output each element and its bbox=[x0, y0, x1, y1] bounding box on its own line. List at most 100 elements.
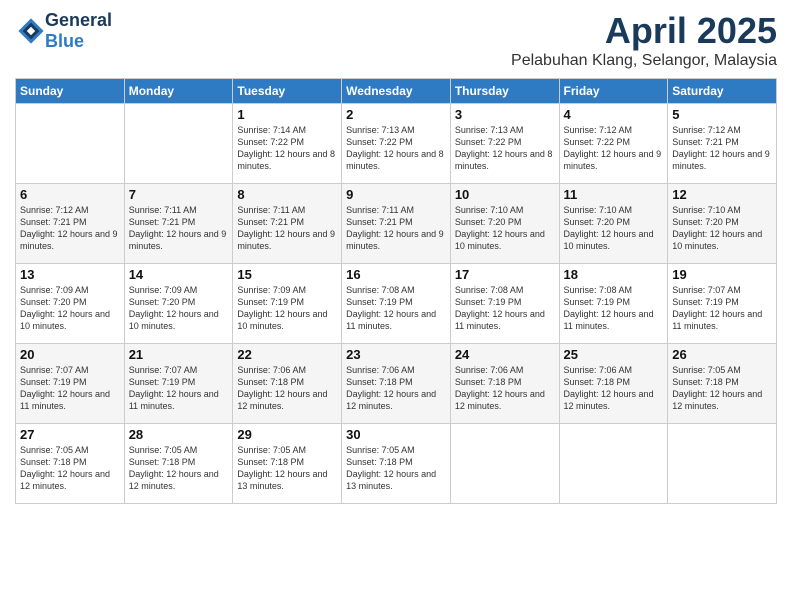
calendar-cell bbox=[450, 424, 559, 504]
weekday-header-thursday: Thursday bbox=[450, 79, 559, 104]
day-number: 23 bbox=[346, 347, 446, 362]
day-number: 21 bbox=[129, 347, 229, 362]
day-info: Sunrise: 7:13 AMSunset: 7:22 PMDaylight:… bbox=[346, 124, 446, 173]
day-number: 27 bbox=[20, 427, 120, 442]
day-number: 17 bbox=[455, 267, 555, 282]
page: General Blue April 2025 Pelabuhan Klang,… bbox=[0, 0, 792, 612]
calendar-cell: 7Sunrise: 7:11 AMSunset: 7:21 PMDaylight… bbox=[124, 184, 233, 264]
day-info: Sunrise: 7:06 AMSunset: 7:18 PMDaylight:… bbox=[455, 364, 555, 413]
day-info: Sunrise: 7:12 AMSunset: 7:21 PMDaylight:… bbox=[672, 124, 772, 173]
logo-blue-text: Blue bbox=[45, 31, 112, 52]
calendar-week-row: 1 Sunrise: 7:14 AMSunset: 7:22 PMDaylight… bbox=[16, 104, 777, 184]
calendar-cell: 11 Sunrise: 7:10 AMSunset: 7:20 PMDayligh… bbox=[559, 184, 668, 264]
day-number: 28 bbox=[129, 427, 229, 442]
day-number: 20 bbox=[20, 347, 120, 362]
calendar-cell: 25 Sunrise: 7:06 AMSunset: 7:18 PMDayligh… bbox=[559, 344, 668, 424]
day-info: Sunrise: 7:05 AMSunset: 7:18 PMDaylight:… bbox=[237, 444, 337, 493]
day-info: Sunrise: 7:14 AMSunset: 7:22 PMDaylight:… bbox=[237, 124, 337, 173]
calendar-cell: 17 Sunrise: 7:08 AMSunset: 7:19 PMDayligh… bbox=[450, 264, 559, 344]
calendar-cell: 3 Sunrise: 7:13 AMSunset: 7:22 PMDaylight… bbox=[450, 104, 559, 184]
day-info: Sunrise: 7:10 AMSunset: 7:20 PMDaylight:… bbox=[455, 204, 555, 253]
calendar-cell: 26 Sunrise: 7:05 AMSunset: 7:18 PMDayligh… bbox=[668, 344, 777, 424]
day-info: Sunrise: 7:06 AMSunset: 7:18 PMDaylight:… bbox=[564, 364, 664, 413]
day-info: Sunrise: 7:11 AMSunset: 7:21 PMDaylight:… bbox=[237, 204, 337, 253]
calendar-cell: 10Sunrise: 7:10 AMSunset: 7:20 PMDayligh… bbox=[450, 184, 559, 264]
day-info: Sunrise: 7:12 AMSunset: 7:22 PMDaylight:… bbox=[564, 124, 664, 173]
day-info: Sunrise: 7:12 AMSunset: 7:21 PMDaylight:… bbox=[20, 204, 120, 253]
day-number: 18 bbox=[564, 267, 664, 282]
day-number: 6 bbox=[20, 187, 120, 202]
calendar-cell: 9Sunrise: 7:11 AMSunset: 7:21 PMDaylight… bbox=[342, 184, 451, 264]
weekday-header-tuesday: Tuesday bbox=[233, 79, 342, 104]
day-info: Sunrise: 7:10 AMSunset: 7:20 PMDaylight:… bbox=[672, 204, 772, 253]
day-info: Sunrise: 7:05 AMSunset: 7:18 PMDaylight:… bbox=[672, 364, 772, 413]
weekday-header-wednesday: Wednesday bbox=[342, 79, 451, 104]
day-number: 15 bbox=[237, 267, 337, 282]
calendar-week-row: 20 Sunrise: 7:07 AMSunset: 7:19 PMDayligh… bbox=[16, 344, 777, 424]
day-number: 24 bbox=[455, 347, 555, 362]
weekday-header-monday: Monday bbox=[124, 79, 233, 104]
day-info: Sunrise: 7:08 AMSunset: 7:19 PMDaylight:… bbox=[564, 284, 664, 333]
day-info: Sunrise: 7:06 AMSunset: 7:18 PMDaylight:… bbox=[237, 364, 337, 413]
day-number: 12 bbox=[672, 187, 772, 202]
day-number: 5 bbox=[672, 107, 772, 122]
calendar-week-row: 13Sunrise: 7:09 AMSunset: 7:20 PMDayligh… bbox=[16, 264, 777, 344]
day-info: Sunrise: 7:07 AMSunset: 7:19 PMDaylight:… bbox=[672, 284, 772, 333]
calendar-cell: 23 Sunrise: 7:06 AMSunset: 7:18 PMDayligh… bbox=[342, 344, 451, 424]
weekday-header-saturday: Saturday bbox=[668, 79, 777, 104]
day-info: Sunrise: 7:07 AMSunset: 7:19 PMDaylight:… bbox=[20, 364, 120, 413]
day-number: 25 bbox=[564, 347, 664, 362]
day-info: Sunrise: 7:10 AMSunset: 7:20 PMDaylight:… bbox=[564, 204, 664, 253]
logo-general-text: General bbox=[45, 10, 112, 31]
day-number: 4 bbox=[564, 107, 664, 122]
day-number: 3 bbox=[455, 107, 555, 122]
calendar-cell: 13Sunrise: 7:09 AMSunset: 7:20 PMDayligh… bbox=[16, 264, 125, 344]
calendar-cell bbox=[124, 104, 233, 184]
day-number: 30 bbox=[346, 427, 446, 442]
day-info: Sunrise: 7:08 AMSunset: 7:19 PMDaylight:… bbox=[455, 284, 555, 333]
calendar-cell: 8Sunrise: 7:11 AMSunset: 7:21 PMDaylight… bbox=[233, 184, 342, 264]
header: General Blue April 2025 Pelabuhan Klang,… bbox=[15, 10, 777, 70]
calendar-cell: 6 Sunrise: 7:12 AMSunset: 7:21 PMDaylight… bbox=[16, 184, 125, 264]
calendar-cell: 19 Sunrise: 7:07 AMSunset: 7:19 PMDayligh… bbox=[668, 264, 777, 344]
logo-text: General Blue bbox=[45, 10, 112, 52]
calendar-cell: 24 Sunrise: 7:06 AMSunset: 7:18 PMDayligh… bbox=[450, 344, 559, 424]
day-info: Sunrise: 7:06 AMSunset: 7:18 PMDaylight:… bbox=[346, 364, 446, 413]
day-info: Sunrise: 7:09 AMSunset: 7:19 PMDaylight:… bbox=[237, 284, 337, 333]
day-info: Sunrise: 7:05 AMSunset: 7:18 PMDaylight:… bbox=[129, 444, 229, 493]
calendar-cell: 16Sunrise: 7:08 AMSunset: 7:19 PMDayligh… bbox=[342, 264, 451, 344]
day-number: 16 bbox=[346, 267, 446, 282]
calendar-cell: 22 Sunrise: 7:06 AMSunset: 7:18 PMDayligh… bbox=[233, 344, 342, 424]
main-title: April 2025 bbox=[511, 10, 777, 52]
weekday-header-friday: Friday bbox=[559, 79, 668, 104]
calendar-week-row: 27 Sunrise: 7:05 AMSunset: 7:18 PMDayligh… bbox=[16, 424, 777, 504]
day-info: Sunrise: 7:05 AMSunset: 7:18 PMDaylight:… bbox=[20, 444, 120, 493]
calendar-cell: 5 Sunrise: 7:12 AMSunset: 7:21 PMDaylight… bbox=[668, 104, 777, 184]
day-info: Sunrise: 7:09 AMSunset: 7:20 PMDaylight:… bbox=[20, 284, 120, 333]
calendar-week-row: 6 Sunrise: 7:12 AMSunset: 7:21 PMDaylight… bbox=[16, 184, 777, 264]
day-number: 1 bbox=[237, 107, 337, 122]
day-number: 19 bbox=[672, 267, 772, 282]
day-info: Sunrise: 7:13 AMSunset: 7:22 PMDaylight:… bbox=[455, 124, 555, 173]
day-number: 2 bbox=[346, 107, 446, 122]
day-info: Sunrise: 7:07 AMSunset: 7:19 PMDaylight:… bbox=[129, 364, 229, 413]
title-block: April 2025 Pelabuhan Klang, Selangor, Ma… bbox=[511, 10, 777, 70]
day-number: 22 bbox=[237, 347, 337, 362]
day-info: Sunrise: 7:09 AMSunset: 7:20 PMDaylight:… bbox=[129, 284, 229, 333]
calendar-cell: 12 Sunrise: 7:10 AMSunset: 7:20 PMDayligh… bbox=[668, 184, 777, 264]
calendar-cell: 28 Sunrise: 7:05 AMSunset: 7:18 PMDayligh… bbox=[124, 424, 233, 504]
day-number: 11 bbox=[564, 187, 664, 202]
calendar-cell: 21 Sunrise: 7:07 AMSunset: 7:19 PMDayligh… bbox=[124, 344, 233, 424]
calendar-cell: 14Sunrise: 7:09 AMSunset: 7:20 PMDayligh… bbox=[124, 264, 233, 344]
logo: General Blue bbox=[15, 10, 112, 52]
calendar-cell: 18 Sunrise: 7:08 AMSunset: 7:19 PMDayligh… bbox=[559, 264, 668, 344]
calendar-cell: 1 Sunrise: 7:14 AMSunset: 7:22 PMDaylight… bbox=[233, 104, 342, 184]
subtitle: Pelabuhan Klang, Selangor, Malaysia bbox=[511, 52, 777, 70]
day-number: 9 bbox=[346, 187, 446, 202]
weekday-header-sunday: Sunday bbox=[16, 79, 125, 104]
day-info: Sunrise: 7:05 AMSunset: 7:18 PMDaylight:… bbox=[346, 444, 446, 493]
weekday-header-row: SundayMondayTuesdayWednesdayThursdayFrid… bbox=[16, 79, 777, 104]
day-number: 26 bbox=[672, 347, 772, 362]
calendar-cell bbox=[559, 424, 668, 504]
calendar-cell: 29Sunrise: 7:05 AMSunset: 7:18 PMDayligh… bbox=[233, 424, 342, 504]
